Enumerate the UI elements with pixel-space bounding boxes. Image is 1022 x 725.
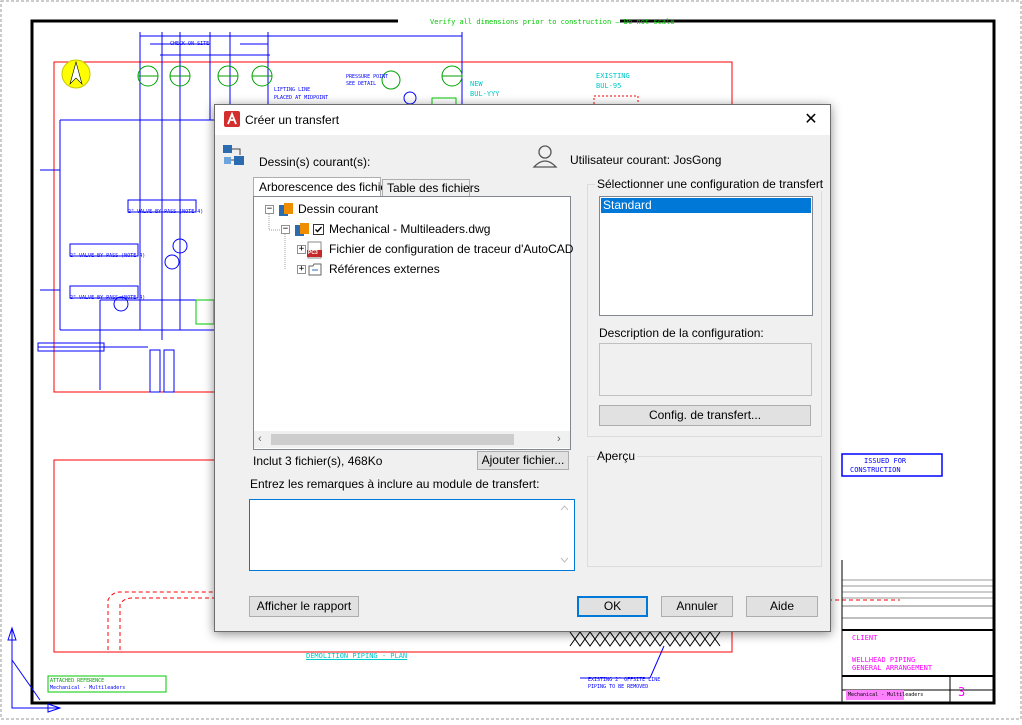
- cad-client: CLIENT: [852, 634, 878, 642]
- tab-file-table[interactable]: Table des fichiers: [382, 179, 480, 197]
- notes-vertical-scrollbar[interactable]: [556, 500, 573, 570]
- tree-item-external-references[interactable]: Références externes: [329, 260, 440, 278]
- dialog-title: Créer un transfert: [245, 113, 340, 127]
- config-item-standard[interactable]: Standard: [601, 198, 811, 213]
- close-icon[interactable]: ✕: [801, 110, 821, 130]
- tree-item-current-drawing[interactable]: Dessin courant: [298, 200, 378, 218]
- cad-revision: 3: [958, 685, 966, 699]
- cad-new-label: NEW: [470, 80, 483, 88]
- pc3-badge: PC3: [308, 250, 318, 256]
- tree-horizontal-scrollbar[interactable]: ‹ ›: [254, 431, 570, 448]
- ok-button[interactable]: OK: [577, 596, 648, 617]
- scroll-right-icon[interactable]: ›: [557, 433, 561, 445]
- ok-button-label: OK: [603, 599, 622, 613]
- tree-collapse-root-icon[interactable]: −: [265, 205, 274, 214]
- tab-file-tree-label: Arborescence des fichiers: [259, 180, 398, 194]
- dwg-file-icon: [294, 222, 310, 238]
- cad-issued-line2: CONSTRUCTION: [850, 466, 901, 474]
- cad-lifting-line: LIFTING LINE: [274, 87, 311, 93]
- add-file-button[interactable]: Ajouter fichier...: [477, 451, 569, 470]
- tree-item-plotter-config[interactable]: Fichier de configuration de traceur d'Au…: [329, 240, 573, 258]
- transmittal-icon: [222, 144, 246, 168]
- pc3-file-icon: PC3: [307, 241, 323, 259]
- drawing-set-icon: [278, 202, 294, 218]
- cad-title-2: GENERAL ARRANGEMENT: [852, 664, 933, 672]
- cad-header-note: Verify all dimensions prior to construct…: [430, 18, 675, 26]
- cad-check-on-site: CHECK ON SITE: [170, 41, 210, 47]
- help-button[interactable]: Aide: [746, 596, 818, 617]
- config-description-label: Description de la configuration:: [599, 326, 764, 340]
- tree-expand-plotter-icon[interactable]: +: [297, 245, 306, 254]
- tab-file-tree[interactable]: Arborescence des fichiers: [253, 177, 397, 197]
- config-transmittal-button[interactable]: Config. de transfert...: [599, 405, 811, 426]
- scroll-left-icon[interactable]: ‹: [258, 433, 262, 445]
- cad-see-detail: SEE DETAIL: [346, 81, 377, 87]
- preview-label: Aperçu: [595, 449, 638, 463]
- config-transmittal-button-label: Config. de transfert...: [648, 408, 762, 422]
- cad-existing-tag: BUL-95: [596, 82, 622, 90]
- tree-item-drawing-file[interactable]: Mechanical - Multileaders.dwg: [329, 220, 490, 238]
- config-listbox[interactable]: Standard: [599, 196, 813, 316]
- cad-demolition-title: DEMOLITION PIPING - PLAN: [306, 652, 408, 660]
- show-report-button-label: Afficher le rapport: [256, 599, 352, 613]
- cad-valve-note-1: 2" VALVE BY-PASS (NOTE 4): [128, 209, 204, 215]
- autocad-app-icon: [224, 111, 240, 127]
- current-drawings-label: Dessin(s) courant(s):: [259, 155, 371, 169]
- tree-collapse-drawing-icon[interactable]: −: [281, 225, 290, 234]
- cad-piping-removed: PIPING TO BE REMOVED: [588, 684, 649, 690]
- config-item-standard-label: Standard: [603, 198, 652, 212]
- add-file-button-label: Ajouter fichier...: [481, 453, 565, 467]
- config-description-box: [599, 343, 812, 396]
- notes-textarea[interactable]: [249, 499, 575, 571]
- create-transmittal-dialog: Créer un transfert ✕ Dessin(s) courant(s…: [214, 104, 831, 632]
- tab-file-table-label: Table des fichiers: [387, 181, 480, 195]
- cad-valve-note-2: 2" VALVE BY-PASS (NOTE 4): [70, 253, 146, 259]
- cad-valve-note-3: 2" VALVE BY-PASS (NOTE 4): [70, 295, 146, 301]
- xref-icon: [307, 261, 323, 277]
- cad-existing-label: EXISTING: [596, 72, 630, 80]
- include-drawing-checkbox[interactable]: [313, 224, 324, 235]
- cad-new-tag: BUL-YYY: [470, 90, 500, 98]
- cancel-button[interactable]: Annuler: [661, 596, 733, 617]
- cad-issued-line1: ISSUED FOR: [864, 457, 907, 465]
- dialog-titlebar[interactable]: Créer un transfert ✕: [215, 105, 830, 135]
- current-user-label: Utilisateur courant: JosGong: [570, 153, 722, 167]
- cad-placed-at: PLACED AT MIDPOINT: [274, 95, 329, 101]
- file-tree-panel[interactable]: − Dessin courant − Mechanical - Multilea…: [253, 196, 573, 450]
- include-summary: Inclut 3 fichier(s), 468Ko: [253, 454, 383, 468]
- show-report-button[interactable]: Afficher le rapport: [249, 596, 359, 617]
- cad-title-1: WELLHEAD PIPING: [852, 656, 916, 664]
- preview-groupbox: [587, 456, 822, 567]
- cad-reference-2: Mechanical - Multileaders: [50, 685, 126, 691]
- cancel-button-label: Annuler: [676, 599, 718, 613]
- cad-drawing-number: Mechanical - Multileaders: [848, 692, 924, 698]
- select-config-label: Sélectionner une configuration de transf…: [595, 177, 826, 191]
- help-button-label: Aide: [769, 599, 795, 613]
- notes-label: Entrez les remarques à inclure au module…: [250, 477, 540, 491]
- scrollbar-thumb[interactable]: [271, 434, 514, 445]
- tree-expand-xrefs-icon[interactable]: +: [297, 265, 306, 274]
- user-icon: [532, 143, 558, 169]
